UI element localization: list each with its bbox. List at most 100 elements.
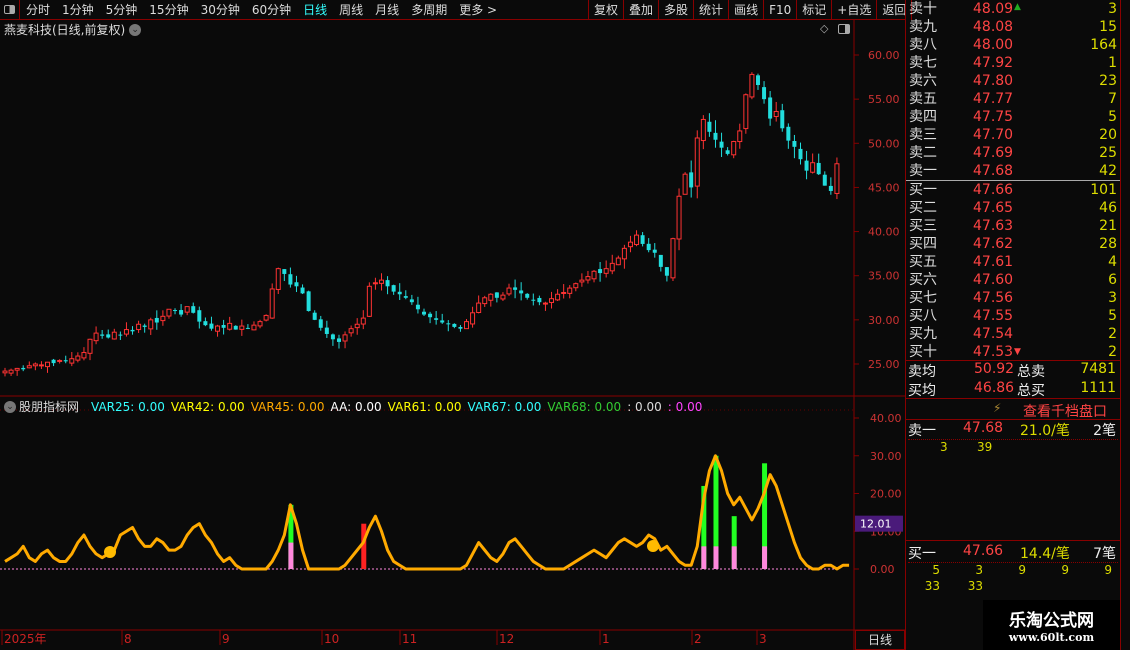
period-label[interactable]: 日线 <box>855 630 905 650</box>
tab-period[interactable]: 月线 <box>375 1 399 18</box>
indicator-value: : 0.00 <box>667 399 703 414</box>
queue-item: 9 <box>1061 563 1069 577</box>
toolbar-button[interactable]: 画线 <box>728 0 763 20</box>
tab-period[interactable]: 1分钟 <box>62 1 94 18</box>
candle <box>251 324 257 331</box>
candle <box>627 241 633 248</box>
queue-item: 33 <box>967 579 983 593</box>
tab-period[interactable]: 多周期 <box>411 1 447 18</box>
indicator-value: : 0.00 <box>627 399 662 414</box>
order-price: 47.60 <box>973 272 1014 288</box>
candle <box>525 293 530 298</box>
toolbar-button[interactable]: 统计 <box>693 0 728 20</box>
candle <box>482 297 488 305</box>
order-volume: 15 <box>1099 19 1117 35</box>
candle <box>458 327 463 329</box>
candle <box>428 313 433 318</box>
order-row[interactable]: 卖七 47.92 1 <box>906 54 1121 72</box>
order-volume: 2 <box>1108 344 1117 360</box>
candle <box>14 367 20 371</box>
candle <box>397 291 402 295</box>
toolbar-button[interactable]: 标记 <box>796 0 831 20</box>
candle <box>324 327 329 334</box>
order-row[interactable]: 买七 47.56 3 <box>906 289 1121 307</box>
candle <box>816 162 821 175</box>
price-tick-label: 40.00 <box>868 226 900 239</box>
candle <box>106 334 111 338</box>
candle <box>269 288 275 319</box>
toolbar-button[interactable]: 复权 <box>588 0 623 20</box>
candle <box>725 150 730 154</box>
candle <box>257 321 263 327</box>
indicator-value: VAR25: 0.00 <box>91 399 165 414</box>
tab-period[interactable]: 日线 <box>303 1 327 18</box>
order-row[interactable]: 买八 47.55 5 <box>906 307 1121 325</box>
candle <box>136 323 142 331</box>
tab-period[interactable]: 更多 > <box>459 1 497 18</box>
candle <box>513 287 518 290</box>
tab-period[interactable]: 15分钟 <box>149 1 188 18</box>
order-row[interactable]: 卖九 48.08 15 <box>906 18 1121 36</box>
order-row[interactable]: 卖五 47.77 7 <box>906 90 1121 108</box>
order-price: 47.77 <box>973 91 1014 107</box>
order-row[interactable]: 卖三 47.70 20 <box>906 126 1121 144</box>
candle <box>440 320 445 323</box>
candle <box>834 163 840 194</box>
smiley-icon <box>647 540 659 552</box>
order-row[interactable]: 买二 47.65 46 <box>906 199 1121 217</box>
candle <box>26 365 32 369</box>
candle <box>676 195 682 240</box>
order-volume: 7 <box>1108 91 1117 107</box>
tab-period[interactable]: 周线 <box>339 1 363 18</box>
price-tick-label: 25.00 <box>868 358 900 371</box>
candle <box>166 308 172 317</box>
order-price: 47.62 <box>973 236 1014 252</box>
sell1-price: 47.68 <box>963 420 1004 436</box>
order-row[interactable]: 买一 47.66 101 <box>906 181 1121 199</box>
order-row[interactable]: 买三 47.63 21 <box>906 217 1121 235</box>
tab-period[interactable]: 5分钟 <box>106 1 138 18</box>
tab-period[interactable]: 分时 <box>26 1 50 18</box>
order-row[interactable]: 卖八 48.00 164 <box>906 36 1121 54</box>
candle <box>415 304 420 310</box>
order-row[interactable]: 买四 47.62 28 <box>906 235 1121 253</box>
candle <box>591 270 597 280</box>
time-label: 2025年 <box>4 632 47 646</box>
candle <box>670 238 676 279</box>
order-row[interactable]: 卖四 47.75 5 <box>906 108 1121 126</box>
watermark: 乐淘公式网 www.60lt.com <box>983 600 1120 650</box>
order-row[interactable]: 买九 47.54 2 <box>906 325 1121 343</box>
smiley-icon <box>104 546 116 558</box>
candle <box>385 280 390 287</box>
price-tick-label: 55.00 <box>868 93 900 106</box>
candle <box>221 324 226 328</box>
order-row[interactable]: 卖二 47.69 25 <box>906 144 1121 162</box>
sell1-label: 卖一 <box>908 423 936 439</box>
indicator-bar <box>762 546 768 569</box>
order-row[interactable]: 卖六 47.80 23 <box>906 72 1121 90</box>
candle <box>2 370 8 374</box>
candle <box>154 317 159 323</box>
toolbar-button[interactable]: +自选 <box>831 0 876 20</box>
kline-chart[interactable]: 60.0055.0050.0045.0040.0035.0030.0025.00… <box>0 20 905 650</box>
tab-period[interactable]: 30分钟 <box>201 1 240 18</box>
tab-period[interactable]: 60分钟 <box>252 1 291 18</box>
order-volume: 21 <box>1099 218 1117 234</box>
order-row[interactable]: 买六 47.60 6 <box>906 271 1121 289</box>
avg-sell: 50.92 <box>974 361 1015 377</box>
candle <box>682 173 688 195</box>
chevron-down-icon[interactable]: ⌄ <box>4 400 16 413</box>
candle <box>197 310 202 322</box>
candle <box>38 364 44 367</box>
toolbar-button[interactable]: 多股 <box>658 0 693 20</box>
toolbar-button[interactable]: 叠加 <box>623 0 658 20</box>
order-row[interactable]: 买五 47.61 4 <box>906 253 1121 271</box>
candle <box>542 302 548 305</box>
candle <box>294 282 299 287</box>
order-row[interactable]: 卖一 47.68 42 <box>906 162 1121 180</box>
candle <box>537 297 542 303</box>
view-depth-link[interactable]: 查看千档盘口 <box>1023 401 1107 421</box>
candle <box>609 262 615 272</box>
layout-toggle-icon[interactable] <box>0 0 20 20</box>
toolbar-button[interactable]: F10 <box>763 0 796 20</box>
